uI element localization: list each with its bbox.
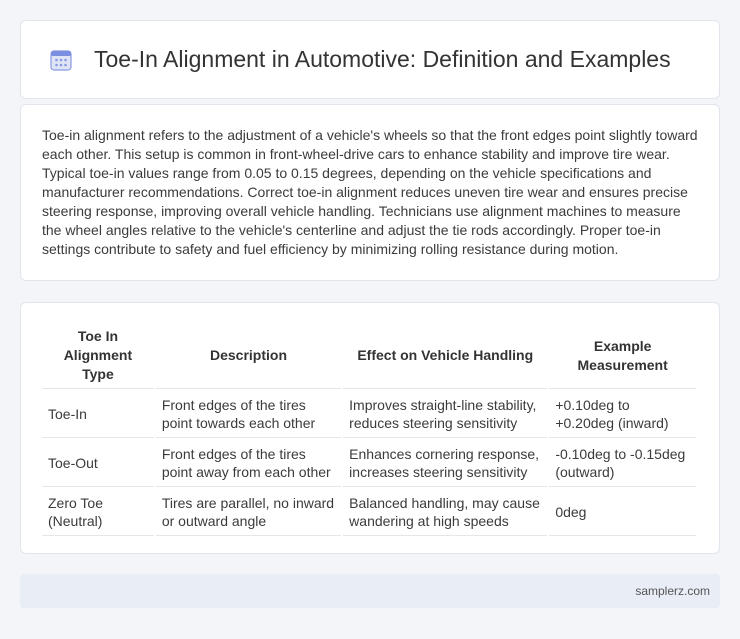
intro-paragraph: Toe-in alignment refers to the adjustmen… — [42, 127, 698, 257]
cell-measurement: -0.10deg to -0.15deg (outward) — [549, 438, 696, 487]
page-title: Toe-In Alignment in Automotive: Definiti… — [94, 46, 671, 72]
footer-site-link[interactable]: samplerz.com — [635, 584, 710, 598]
cell-description: Front edges of the tires point towards e… — [155, 389, 342, 438]
cell-type: Toe-Out — [42, 438, 154, 487]
alignment-table: Toe In Alignment Type Description Effect… — [40, 323, 698, 536]
intro-card: Toe-in alignment refers to the adjustmen… — [20, 104, 720, 281]
cell-measurement: 0deg — [549, 487, 696, 536]
cell-type: Toe-In — [42, 389, 154, 438]
cell-type: Zero Toe (Neutral) — [42, 487, 154, 536]
cell-description: Front edges of the tires point away from… — [155, 438, 342, 487]
table-row: Toe-Out Front edges of the tires point a… — [42, 438, 696, 487]
table-row: Zero Toe (Neutral) Tires are parallel, n… — [42, 487, 696, 536]
table-card: Toe In Alignment Type Description Effect… — [20, 302, 720, 554]
column-header-effect: Effect on Vehicle Handling — [343, 323, 548, 389]
table-row: Toe-In Front edges of the tires point to… — [42, 389, 696, 438]
column-header-type: Toe In Alignment Type — [42, 323, 154, 389]
cell-effect: Balanced handling, may cause wandering a… — [343, 487, 548, 536]
column-header-measurement: Example Measurement — [549, 323, 696, 389]
table-header-row: Toe In Alignment Type Description Effect… — [42, 323, 696, 389]
calendar-icon — [50, 49, 72, 71]
cell-effect: Improves straight-line stability, reduce… — [343, 389, 548, 438]
footer: samplerz.com — [20, 574, 720, 608]
cell-description: Tires are parallel, no inward or outward… — [155, 487, 342, 536]
column-header-description: Description — [155, 323, 342, 389]
cell-measurement: +0.10deg to +0.20deg (inward) — [549, 389, 696, 438]
cell-effect: Enhances cornering response, increases s… — [343, 438, 548, 487]
title-card: Toe-In Alignment in Automotive: Definiti… — [20, 20, 720, 99]
